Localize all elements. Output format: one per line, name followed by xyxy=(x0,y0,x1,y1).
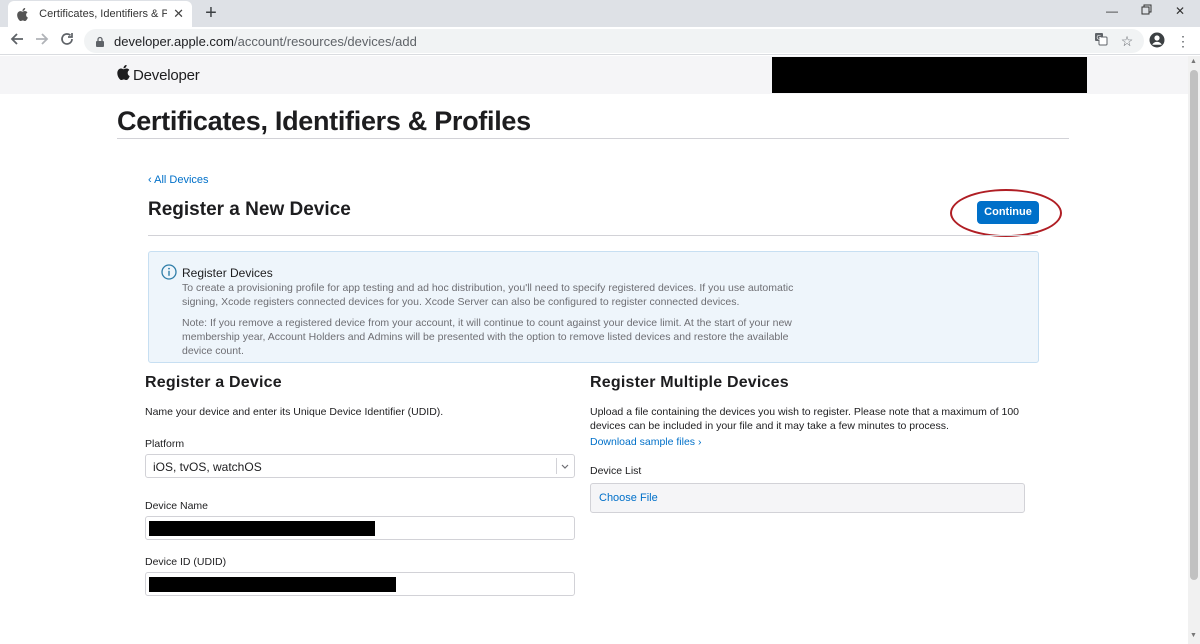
svg-text:G: G xyxy=(1097,35,1102,42)
star-icon[interactable]: ☆ xyxy=(1118,32,1136,50)
page-scrollbar[interactable]: ▲ ▼ xyxy=(1188,56,1200,644)
platform-select[interactable]: iOS, tvOS, watchOS xyxy=(145,454,575,478)
developer-brand[interactable]: Developer xyxy=(117,64,200,85)
url-host: developer.apple.com xyxy=(114,33,234,49)
register-multiple-description: Upload a file containing the devices you… xyxy=(590,406,1019,432)
register-device-title: Register a Device xyxy=(145,374,282,391)
redacted-value xyxy=(149,577,396,592)
new-tab-button[interactable]: + xyxy=(200,2,222,24)
global-nav: Developer xyxy=(0,56,1188,94)
page: Developer Certificates, Identifiers & Pr… xyxy=(0,56,1188,644)
close-icon[interactable]: ✕ xyxy=(1168,4,1192,18)
scroll-up-icon[interactable]: ▲ xyxy=(1190,58,1197,65)
register-multiple-title: Register Multiple Devices xyxy=(590,374,789,391)
scroll-down-icon[interactable]: ▼ xyxy=(1190,632,1197,639)
redacted-area xyxy=(772,57,1087,93)
device-list-file-input[interactable]: Choose File xyxy=(590,483,1025,513)
restore-icon[interactable] xyxy=(1134,4,1158,18)
divider xyxy=(148,235,1038,236)
lock-icon xyxy=(94,35,106,47)
back-icon[interactable] xyxy=(8,32,26,50)
choose-file-button[interactable]: Choose File xyxy=(599,492,658,504)
device-list-label: Device List xyxy=(590,465,642,477)
info-icon xyxy=(161,264,177,280)
browser-toolbar: developer.apple.com/account/resources/de… xyxy=(0,27,1200,55)
apple-logo-icon xyxy=(117,64,130,85)
browser-tab-bar: Certificates, Identifiers & Profiles ✕ +… xyxy=(0,0,1200,27)
url-path: /account/resources/devices/add xyxy=(233,33,417,49)
info-box: Register Devices To create a provisionin… xyxy=(148,251,1039,363)
select-divider xyxy=(556,458,557,474)
info-paragraph: To create a provisioning profile for app… xyxy=(182,282,794,308)
download-sample-link[interactable]: Download sample files › xyxy=(590,436,701,448)
device-id-label: Device ID (UDID) xyxy=(145,556,227,568)
tab-title: Certificates, Identifiers & Profiles xyxy=(39,8,168,20)
device-name-label: Device Name xyxy=(145,500,209,512)
device-name-input[interactable] xyxy=(145,516,575,540)
info-note: Note: If you remove a registered device … xyxy=(182,317,792,357)
browser-tab[interactable]: Certificates, Identifiers & Profiles ✕ xyxy=(8,1,192,27)
translate-icon[interactable]: G xyxy=(1092,32,1110,50)
tab-close-icon[interactable]: ✕ xyxy=(173,6,184,22)
brand-text: Developer xyxy=(133,66,200,84)
all-devices-link[interactable]: ‹ All Devices xyxy=(148,174,209,186)
page-title: Certificates, Identifiers & Profiles xyxy=(117,106,531,136)
scroll-thumb[interactable] xyxy=(1190,70,1198,580)
apple-logo-icon xyxy=(16,7,29,21)
platform-value: iOS, tvOS, watchOS xyxy=(153,460,262,474)
annotation-circle xyxy=(950,189,1062,237)
address-bar[interactable]: developer.apple.com/account/resources/de… xyxy=(84,29,1144,53)
platform-label: Platform xyxy=(145,438,185,450)
forward-icon[interactable] xyxy=(33,32,51,50)
info-title: Register Devices xyxy=(182,266,273,280)
minimize-icon[interactable]: — xyxy=(1100,4,1124,18)
account-icon[interactable] xyxy=(1148,32,1166,50)
device-id-input[interactable] xyxy=(145,572,575,596)
divider xyxy=(117,138,1069,139)
section-title: Register a New Device xyxy=(148,199,351,220)
reload-icon[interactable] xyxy=(58,32,76,50)
menu-icon[interactable]: ⋮ xyxy=(1174,32,1192,50)
redacted-value xyxy=(149,521,375,536)
register-device-description: Name your device and enter its Unique De… xyxy=(145,406,444,418)
chevron-down-icon xyxy=(560,458,570,476)
